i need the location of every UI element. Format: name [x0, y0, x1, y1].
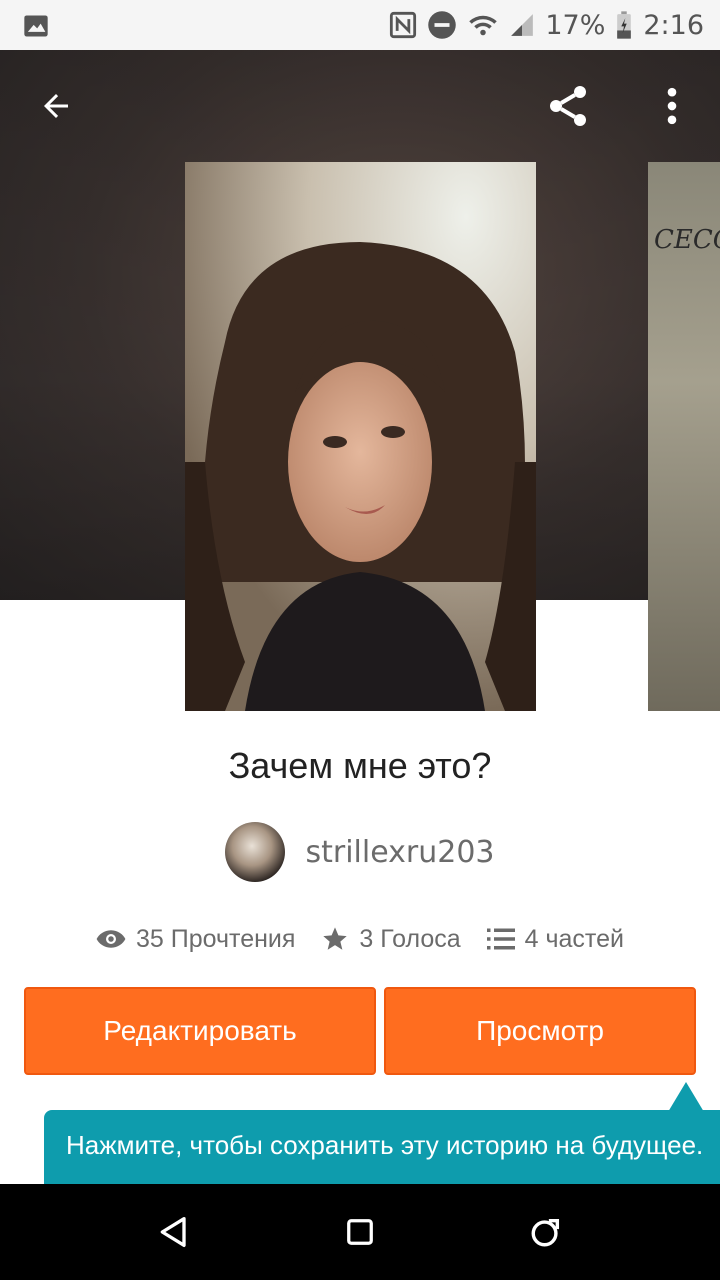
story-cover[interactable]: [185, 162, 536, 711]
nav-recents-icon: [531, 1218, 560, 1247]
share-icon: [550, 86, 586, 126]
votes-stat: 3 Голоса: [321, 924, 461, 954]
battery-icon: [615, 10, 633, 40]
status-bar: 17% 2:16: [0, 0, 720, 50]
eye-icon: [96, 928, 126, 950]
parts-count: 4 частей: [524, 924, 624, 953]
more-options-button[interactable]: [650, 80, 694, 132]
nfc-icon: [389, 11, 417, 39]
cover-portrait-image: [185, 162, 536, 711]
image-notification-icon: [22, 12, 50, 45]
tooltip-pointer: [668, 1082, 704, 1112]
nav-back-button[interactable]: [150, 1208, 198, 1256]
reads-count: 35 Прочтения: [136, 924, 296, 953]
back-arrow-icon: [44, 94, 68, 118]
parts-stat: 4 частей: [486, 924, 624, 954]
tooltip-text: Нажмите, чтобы сохранить эту историю на …: [66, 1130, 704, 1160]
clock: 2:16: [643, 9, 704, 41]
author-avatar[interactable]: [225, 822, 286, 882]
list-icon: [486, 927, 515, 951]
system-nav-bar: [0, 1184, 720, 1280]
edit-button[interactable]: Редактировать: [24, 987, 376, 1075]
author-row[interactable]: strillexru203: [0, 820, 720, 884]
signal-icon: [509, 12, 535, 38]
votes-count: 3 Голоса: [359, 924, 461, 953]
nav-back-icon: [160, 1217, 186, 1247]
back-button[interactable]: [32, 82, 80, 130]
author-name[interactable]: strillexru203: [305, 835, 494, 870]
nav-home-icon: [347, 1219, 373, 1245]
next-story-cover[interactable]: СЕССИЯ: [648, 162, 720, 711]
wifi-icon: [467, 10, 499, 40]
nav-recents-button[interactable]: [522, 1208, 570, 1256]
more-vert-icon: [667, 87, 677, 125]
battery-percent: 17%: [545, 9, 606, 41]
nav-home-button[interactable]: [336, 1208, 384, 1256]
share-button[interactable]: [540, 78, 596, 134]
story-details-screen: 17% 2:16 СЕС Зачем мне это? strillexru20…: [0, 0, 720, 1280]
star-icon: [321, 925, 349, 953]
reads-stat: 35 Прочтения: [96, 925, 295, 954]
story-stats: 35 Прочтения 3 Голоса 4 частей: [0, 915, 720, 963]
view-button[interactable]: Просмотр: [384, 987, 696, 1075]
dnd-icon: [427, 10, 457, 40]
story-title: Зачем мне это?: [228, 745, 492, 786]
next-cover-title: СЕССИЯ: [654, 225, 720, 255]
